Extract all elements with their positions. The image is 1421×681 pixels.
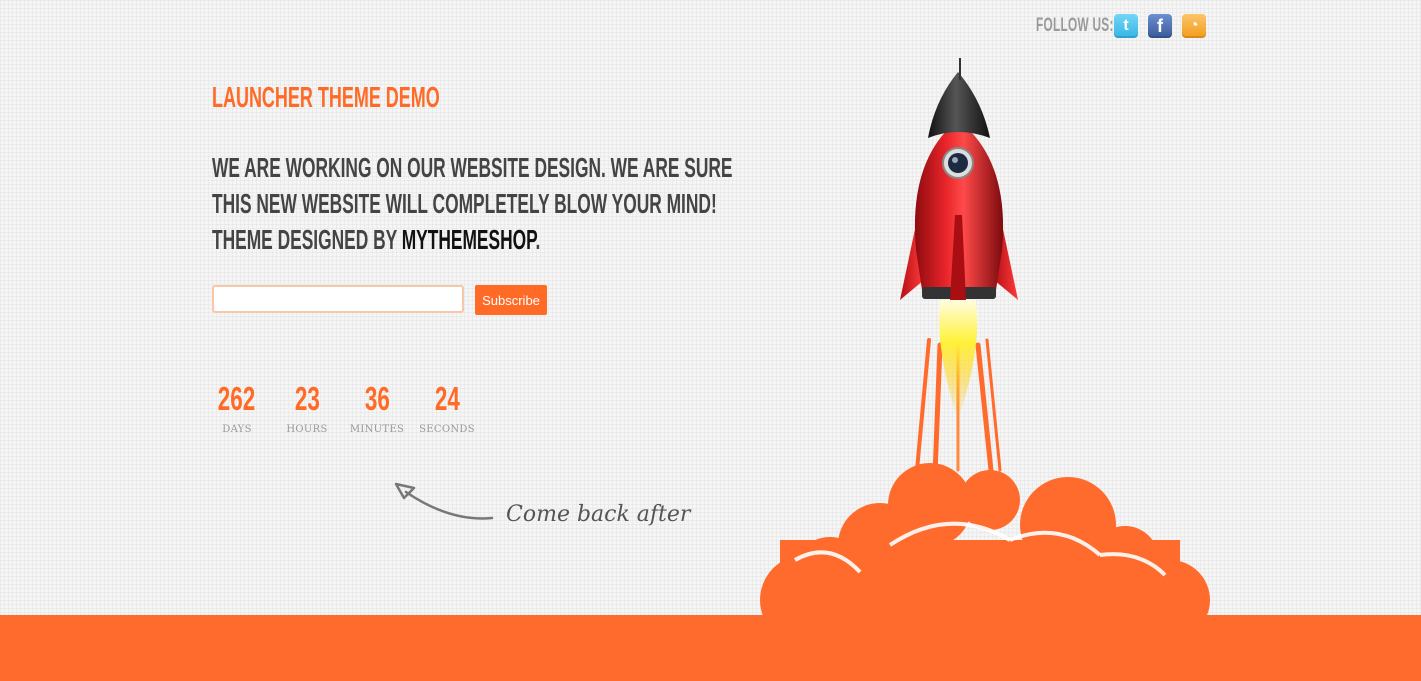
follow-label: FOLLOW US:: [1036, 15, 1114, 36]
countdown-days: 262 DAYS: [202, 380, 272, 435]
site-title: LAUNCHER THEME DEMO: [212, 82, 440, 114]
follow-bar: FOLLOW US: t f ◔: [1036, 14, 1206, 38]
tagline-line-3: THEME DESIGNED BY MYTHEMESHOP.: [212, 222, 732, 258]
countdown-seconds: 24 SECONDS: [412, 380, 482, 435]
arrow-icon: [394, 482, 494, 520]
countdown-hours: 23 HOURS: [272, 380, 342, 435]
countdown-value: 262: [218, 380, 256, 417]
email-input[interactable]: [212, 285, 464, 313]
twitter-icon[interactable]: t: [1114, 14, 1138, 38]
footer-band: [0, 615, 1421, 681]
tagline-line-2: THIS NEW WEBSITE WILL COMPLETELY BLOW YO…: [212, 188, 717, 219]
countdown-value: 23: [294, 380, 320, 417]
facebook-icon[interactable]: f: [1148, 14, 1172, 38]
rss-glyph: ◔: [1189, 17, 1199, 34]
countdown-minutes: 36 MINUTES: [342, 380, 412, 435]
tagline-line-1: WE ARE WORKING ON OUR WEBSITE DESIGN. WE…: [212, 152, 733, 183]
countdown-label: DAYS: [222, 424, 252, 435]
come-back-text: Come back after: [506, 502, 691, 527]
brand-link[interactable]: MYTHEMESHOP: [402, 224, 536, 255]
countdown-label: MINUTES: [349, 424, 405, 435]
countdown-value: 36: [364, 380, 390, 417]
countdown-label: HOURS: [286, 424, 328, 435]
rss-icon[interactable]: ◔: [1182, 14, 1206, 38]
twitter-glyph: t: [1123, 17, 1129, 34]
countdown-value: 24: [434, 380, 460, 417]
flame: [939, 300, 978, 420]
tagline-prefix: THEME DESIGNED BY: [212, 224, 402, 255]
tagline-suffix: .: [535, 224, 541, 255]
countdown-label: SECONDS: [419, 424, 475, 435]
tagline: WE ARE WORKING ON OUR WEBSITE DESIGN. WE…: [212, 150, 1052, 258]
facebook-glyph: f: [1157, 15, 1163, 36]
subscribe-button[interactable]: Subscribe: [475, 285, 547, 315]
